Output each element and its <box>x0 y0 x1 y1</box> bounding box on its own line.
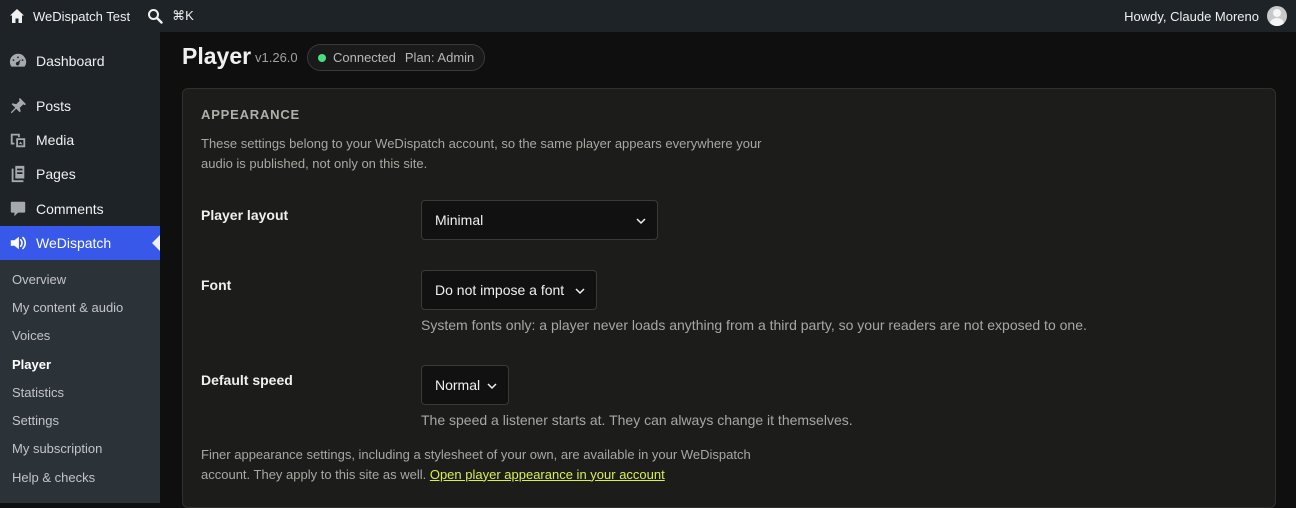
submenu-item-content-audio[interactable]: My content & audio <box>12 298 123 318</box>
footer-note: Finer appearance settings, including a s… <box>201 445 801 484</box>
home-icon <box>10 9 24 23</box>
sidebar-item-posts[interactable]: Posts <box>0 89 160 123</box>
submenu-item-settings[interactable]: Settings <box>12 411 59 431</box>
section-heading: APPEARANCE <box>201 107 301 122</box>
sidebar-item-label: Media <box>36 132 75 148</box>
command-search[interactable]: ⌘K <box>147 0 194 32</box>
sidebar-item-label: WeDispatch <box>36 235 112 251</box>
sidebar-item-label: Posts <box>36 98 72 114</box>
appearance-card: APPEARANCE These settings belong to your… <box>182 88 1276 508</box>
submenu-item-statistics[interactable]: Statistics <box>12 383 64 403</box>
default-speed-label: Default speed <box>201 372 293 388</box>
player-layout-select[interactable]: Minimal <box>421 200 658 240</box>
admin-sidebar: Dashboard Posts Media Pages Comments WeD… <box>0 32 160 503</box>
font-label: Font <box>201 277 232 293</box>
sidebar-item-media[interactable]: Media <box>0 123 160 157</box>
font-select[interactable]: Do not impose a font <box>421 270 597 310</box>
sidebar-item-label: Comments <box>36 201 104 217</box>
plan-text: Plan: Admin <box>404 50 475 65</box>
default-speed-value: Normal <box>435 377 481 393</box>
site-name-link[interactable]: WeDispatch Test <box>0 0 130 32</box>
search-shortcut: ⌘K <box>172 8 194 23</box>
default-speed-select[interactable]: Normal <box>421 365 509 405</box>
submenu-item-help[interactable]: Help & checks <box>12 468 95 488</box>
section-description: These settings belong to your WeDispatch… <box>201 136 762 171</box>
font-value: Do not impose a font <box>435 282 565 298</box>
speed-help-text: The speed a listener starts at. They can… <box>421 412 853 428</box>
wedispatch-submenu: Overview My content & audio Voices Playe… <box>0 260 160 503</box>
chevron-down-icon <box>636 218 646 225</box>
status-text: Connected <box>333 50 396 65</box>
speaker-icon <box>0 234 36 252</box>
site-name: WeDispatch Test <box>33 8 131 24</box>
submenu-item-subscription[interactable]: My subscription <box>12 439 102 459</box>
sidebar-item-label: Dashboard <box>36 53 105 69</box>
sidebar-item-label: Pages <box>36 166 76 182</box>
sidebar-item-dashboard[interactable]: Dashboard <box>0 44 160 78</box>
status-dot-icon <box>318 53 326 62</box>
active-indicator <box>152 235 160 251</box>
sidebar-item-pages[interactable]: Pages <box>0 157 160 191</box>
sidebar-item-comments[interactable]: Comments <box>0 192 160 226</box>
admin-bar: WeDispatch Test ⌘K Howdy, Claude Moreno <box>0 0 1296 32</box>
comment-icon <box>0 200 36 218</box>
search-icon <box>148 9 163 24</box>
dashboard-icon <box>0 52 36 70</box>
page-title: Player <box>182 43 252 69</box>
open-appearance-link[interactable]: Open player appearance in your account <box>430 467 665 482</box>
submenu-item-overview[interactable]: Overview <box>12 270 66 290</box>
status-badge: Connected Plan: Admin <box>307 44 486 71</box>
sidebar-item-wedispatch[interactable]: WeDispatch <box>0 226 160 260</box>
avatar <box>1267 6 1287 26</box>
account-menu[interactable]: Howdy, Claude Moreno <box>1124 0 1287 32</box>
version-label: v1.26.0 <box>255 50 298 65</box>
chevron-down-icon <box>487 383 497 390</box>
submenu-item-voices[interactable]: Voices <box>12 326 50 346</box>
media-icon <box>0 131 36 149</box>
submenu-item-player[interactable]: Player <box>12 355 51 375</box>
player-layout-value: Minimal <box>435 212 484 228</box>
player-layout-label: Player layout <box>201 207 289 223</box>
chevron-down-icon <box>575 288 585 295</box>
pages-icon <box>0 165 36 183</box>
main-content: Player v1.26.0 Connected Plan: Admin APP… <box>160 32 1296 508</box>
font-help-text: System fonts only: a player never loads … <box>421 317 1087 333</box>
pin-icon <box>0 97 36 115</box>
greeting: Howdy, Claude Moreno <box>1124 8 1259 24</box>
